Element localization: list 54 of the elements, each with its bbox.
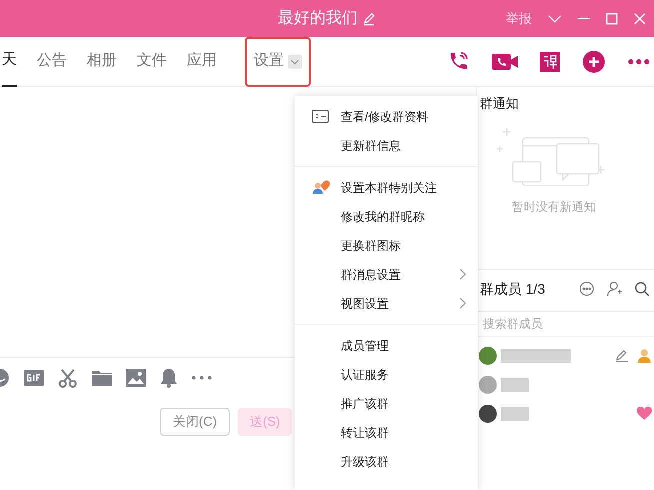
close-icon[interactable] <box>634 12 646 24</box>
blurred-name <box>501 406 529 420</box>
tab[interactable]: 天 <box>2 36 17 86</box>
avatar[interactable] <box>479 346 497 364</box>
tab[interactable]: 文件 <box>137 36 167 86</box>
bell-icon[interactable] <box>160 368 178 388</box>
tab[interactable]: 相册 <box>87 36 117 86</box>
notice-title: 群通知 <box>479 95 520 113</box>
menu-item[interactable]: 认证服务 <box>295 360 478 389</box>
chevron-right-icon <box>460 298 466 309</box>
avatar[interactable] <box>479 404 497 422</box>
video-call-icon[interactable] <box>492 52 518 72</box>
search-icon[interactable] <box>635 282 650 296</box>
window-title: 最好的我们 <box>278 8 358 28</box>
menu-item[interactable]: 视图设置 <box>295 289 478 318</box>
menu-item[interactable]: 成员管理 <box>295 331 478 360</box>
maximize-icon[interactable] <box>606 12 618 24</box>
more-icon[interactable] <box>192 376 212 380</box>
blurred-name <box>501 378 529 392</box>
gif-icon[interactable] <box>24 370 44 386</box>
member-search-field[interactable]: 搜索群成员 <box>477 311 654 337</box>
menu-item[interactable]: 转让该群 <box>295 418 478 447</box>
menu-item[interactable]: 更换群图标 <box>295 231 478 260</box>
chevron-right-icon <box>460 269 466 280</box>
menu-item[interactable]: 设置本群特别关注 <box>295 173 478 202</box>
add-icon[interactable] <box>582 50 606 74</box>
tab[interactable]: 设置 <box>245 36 311 86</box>
minimize-icon[interactable] <box>578 18 590 20</box>
menu-item[interactable]: 更新群信息 <box>295 131 478 160</box>
empty-notice-text: 暂时没有新通知 <box>511 198 597 216</box>
pencil-icon[interactable] <box>615 348 629 362</box>
blurred-name <box>501 348 571 362</box>
heart-icon <box>637 407 652 420</box>
chat-bubble-icon[interactable] <box>579 281 595 297</box>
chevron-down-icon[interactable] <box>548 14 562 24</box>
person-icon <box>637 348 652 363</box>
menu-item[interactable]: 查看/修改群资料 <box>295 102 478 131</box>
tab[interactable]: 应用 <box>187 36 217 86</box>
lesson-icon[interactable] <box>540 52 560 72</box>
scissors-icon[interactable] <box>58 368 78 388</box>
members-title: 群成员 1/3 <box>480 280 546 298</box>
more-icon[interactable] <box>628 58 650 64</box>
menu-item[interactable]: 群消息设置 <box>295 260 478 289</box>
menu-item[interactable]: 升级该群 <box>295 447 478 476</box>
menu-item[interactable]: 推广该群 <box>295 389 478 418</box>
menu-item[interactable]: 修改我的群昵称 <box>295 202 478 231</box>
tab[interactable]: 公告 <box>37 36 67 86</box>
image-icon[interactable] <box>126 369 146 387</box>
close-button[interactable]: 关闭(C) <box>160 408 230 436</box>
heart-person-icon <box>312 180 332 195</box>
id-card-icon <box>312 110 329 123</box>
add-member-icon[interactable] <box>607 281 623 297</box>
dropdown-caret-icon <box>288 54 302 68</box>
folder-icon[interactable] <box>92 370 112 386</box>
